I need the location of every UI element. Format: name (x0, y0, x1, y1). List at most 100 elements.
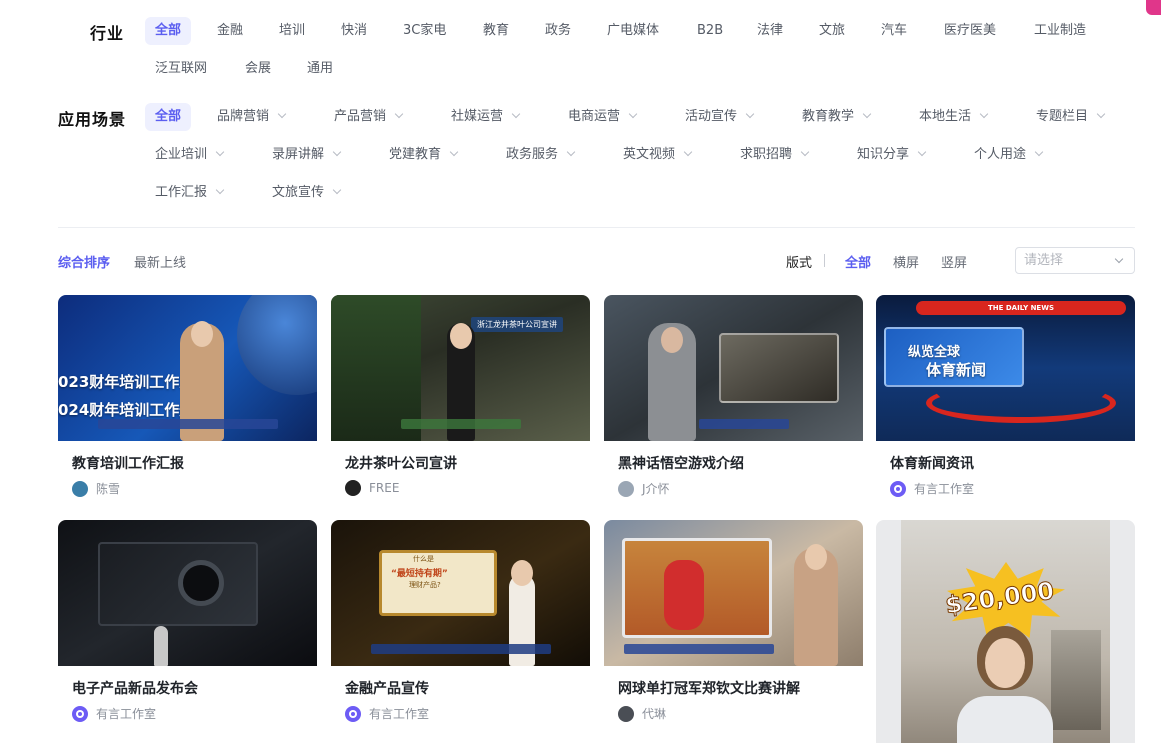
sort-tab-comprehensive[interactable]: 综合排序 (58, 252, 110, 271)
industry-chip-fmcg[interactable]: 快消 (331, 17, 377, 45)
scene-chip-corp-training[interactable]: 企业培训 (145, 141, 233, 169)
avatar (618, 480, 634, 497)
industry-chip-all[interactable]: 全部 (145, 17, 192, 45)
corner-badge[interactable] (1146, 0, 1161, 15)
chevron-down-icon (800, 147, 810, 157)
scene-chip-teaching[interactable]: 教育教学 (792, 103, 880, 131)
scene-chip-label: 电商运营 (568, 109, 621, 124)
scene-chip-english[interactable]: 英文视频 (613, 141, 701, 169)
sort-tab-newest[interactable]: 最新上线 (134, 252, 186, 271)
industry-chip-law[interactable]: 法律 (747, 17, 793, 45)
scene-chip-personal[interactable]: 个人用途 (964, 141, 1052, 169)
scene-chip-screen-record[interactable]: 录屏讲解 (262, 141, 350, 169)
author-name: J介怀 (642, 482, 670, 496)
scene-chip-local[interactable]: 本地生活 (909, 103, 997, 131)
avatar (72, 705, 88, 722)
card-title: 网球单打冠军郑钦文比赛讲解 (618, 681, 800, 697)
scene-chip-label: 社媒运营 (451, 109, 504, 124)
overlay-text: 纵览全球 (908, 345, 961, 360)
scene-chip-knowledge[interactable]: 知识分享 (847, 141, 935, 169)
scene-label: 应用场景 (58, 110, 127, 129)
industry-chip-3c[interactable]: 3C家电 (393, 17, 456, 45)
template-card[interactable]: THE DAILY NEWS 纵览全球 体育新闻 体育新闻资讯 有言工作室 (876, 295, 1135, 497)
industry-chip-government[interactable]: 政务 (535, 17, 581, 45)
scene-chip-party[interactable]: 党建教育 (379, 141, 467, 169)
scene-chip-label: 英文视频 (623, 147, 676, 162)
chevron-down-icon (215, 147, 225, 157)
scene-chip-recruiting[interactable]: 求职招聘 (730, 141, 818, 169)
template-card[interactable]: 浙江龙井茶叶公司宣讲 龙井茶叶公司宣讲 FREE (331, 295, 590, 496)
chevron-down-icon (1096, 109, 1106, 119)
layout-separator (824, 254, 825, 267)
industry-chip-b2b[interactable]: B2B (687, 17, 733, 45)
card-title: 教育培训工作汇报 (72, 456, 184, 472)
template-card[interactable]: 黑神话悟空游戏介绍 J介怀 (604, 295, 863, 497)
avatar (890, 480, 906, 497)
industry-chip-finance[interactable]: 金融 (207, 17, 253, 45)
template-thumbnail: 什么是 “最短持有期” 理财产品? (331, 520, 590, 666)
card-author: J介怀 (604, 480, 863, 497)
scene-chip-tourism-promo[interactable]: 文旅宣传 (262, 179, 350, 207)
scene-chip-all[interactable]: 全部 (145, 103, 192, 131)
scene-chip-brand[interactable]: 品牌营销 (207, 103, 295, 131)
template-card[interactable]: 什么是 “最短持有期” 理财产品? 金融产品宣传 有言工作室 (331, 520, 590, 722)
scene-chip-ecommerce[interactable]: 电商运营 (558, 103, 646, 131)
camera-lens-graphic (178, 560, 224, 606)
scene-chip-product[interactable]: 产品营销 (324, 103, 412, 131)
scene-chip-report[interactable]: 工作汇报 (145, 179, 233, 207)
chevron-down-icon (449, 147, 459, 157)
industry-chip-general[interactable]: 通用 (297, 55, 343, 83)
scene-chip-gov-service[interactable]: 政务服务 (496, 141, 584, 169)
card-title: 黑神话悟空游戏介绍 (618, 456, 744, 472)
template-card[interactable]: 023财年培训工作总结 024财年培训工作规划 教育培训工作汇报 陈雪 (58, 295, 317, 497)
author-name: 有言工作室 (914, 482, 975, 496)
chevron-down-icon (511, 109, 521, 119)
card-author: 代琳 (604, 705, 863, 722)
author-name: 有言工作室 (96, 707, 157, 721)
industry-chip-media[interactable]: 广电媒体 (597, 17, 669, 45)
template-card-portrait[interactable]: $20,000 (876, 520, 1135, 743)
card-title: 电子产品新品发布会 (72, 681, 198, 697)
industry-chip-tourism[interactable]: 文旅 (809, 17, 855, 45)
industry-chip-medical[interactable]: 医疗医美 (934, 17, 1006, 45)
template-card[interactable]: 网球单打冠军郑钦文比赛讲解 代琳 (604, 520, 863, 722)
overlay-text: 理财产品? (409, 581, 441, 589)
overlay-text: 体育新闻 (926, 361, 987, 379)
industry-chip-exhibition[interactable]: 会展 (235, 55, 281, 83)
scene-chip-label: 产品营销 (334, 109, 387, 124)
layout-option-all[interactable]: 全部 (845, 252, 871, 271)
scene-chip-social[interactable]: 社媒运营 (441, 103, 529, 131)
filter-select[interactable]: 请选择 (1015, 247, 1135, 274)
scene-chip-label: 求职招聘 (740, 147, 793, 162)
avatar (345, 480, 361, 496)
chevron-down-icon (628, 109, 638, 119)
scene-chip-label: 品牌营销 (217, 109, 270, 124)
scene-chip-label: 本地生活 (919, 109, 972, 124)
scene-chip-label: 活动宣传 (685, 109, 738, 124)
industry-chip-education[interactable]: 教育 (473, 17, 519, 45)
scene-chip-column[interactable]: 专题栏目 (1026, 103, 1114, 131)
overlay-text: “最短持有期” (391, 569, 448, 579)
scene-chip-event[interactable]: 活动宣传 (675, 103, 763, 131)
game-screen (719, 333, 839, 403)
chevron-down-icon (332, 147, 342, 157)
chevron-down-icon (394, 109, 404, 119)
scene-chip-label: 录屏讲解 (272, 147, 325, 162)
chevron-down-icon (332, 185, 342, 195)
subtitle-bar (401, 419, 521, 429)
chevron-down-icon (215, 185, 225, 195)
overlay-text: 浙江龙井茶叶公司宣讲 (471, 317, 563, 332)
presenter-head (450, 323, 472, 349)
scene-chip-label: 政务服务 (506, 147, 559, 162)
template-card[interactable]: 电子产品新品发布会 有言工作室 (58, 520, 317, 722)
industry-chip-manufacturing[interactable]: 工业制造 (1024, 17, 1096, 45)
author-name: 陈雪 (96, 482, 121, 496)
industry-chip-internet[interactable]: 泛互联网 (145, 55, 217, 83)
layout-option-portrait[interactable]: 竖屏 (941, 252, 967, 271)
industry-chip-training[interactable]: 培训 (269, 17, 315, 45)
scene-chip-label: 党建教育 (389, 147, 442, 162)
industry-chip-auto[interactable]: 汽车 (871, 17, 917, 45)
layout-option-landscape[interactable]: 横屏 (893, 252, 919, 271)
subtitle-bar (624, 644, 774, 654)
scene-chip-label: 专题栏目 (1036, 109, 1089, 124)
